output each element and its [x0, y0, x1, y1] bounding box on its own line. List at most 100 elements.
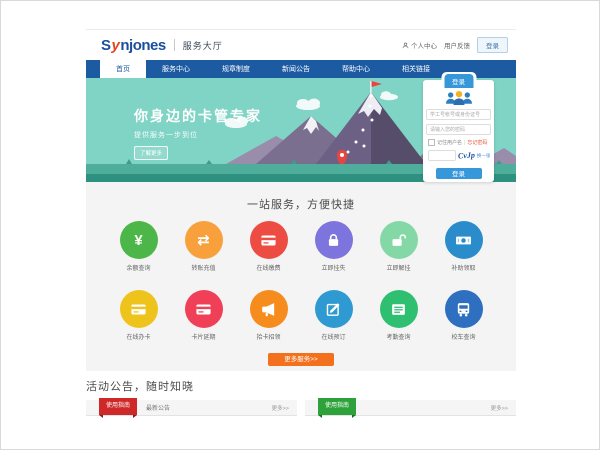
bus-icon	[455, 301, 472, 318]
service-item-cancel-loss[interactable]: 立即解挂	[366, 221, 431, 272]
nav-item-news[interactable]: 新闻公告	[266, 60, 326, 78]
service-circle[interactable]	[380, 290, 418, 328]
service-circle[interactable]	[445, 221, 483, 259]
forgot-password-link[interactable]: 忘记密码	[467, 139, 487, 146]
service-circle[interactable]: ¥	[120, 221, 158, 259]
personal-center-link[interactable]: 个人中心	[402, 40, 437, 50]
divider: |	[464, 140, 465, 146]
feedback-label: 用户反馈	[444, 40, 470, 50]
service-circle[interactable]	[120, 290, 158, 328]
list-icon	[390, 301, 407, 318]
service-item-online-booking[interactable]: 在线预订	[301, 290, 366, 341]
nav-item-links[interactable]: 相关链接	[386, 60, 446, 78]
announcements-section: 活动公告，随时知晓 使用指南 最新公告 更多>> 使用指南 更多>>	[86, 371, 516, 416]
edit-icon	[325, 301, 342, 318]
service-label[interactable]: 在线办卡	[106, 332, 171, 341]
announcement-panels: 使用指南 最新公告 更多>> 使用指南 更多>>	[86, 400, 516, 416]
card-icon	[130, 301, 147, 318]
service-item-subsidy[interactable]: 补助领取	[431, 221, 496, 272]
login-submit-button[interactable]: 登录	[436, 168, 482, 179]
synjones-logo[interactable]: Synjones	[101, 37, 166, 54]
yen-icon: ¥	[134, 233, 142, 248]
service-item-balance[interactable]: ¥ 余额查询	[106, 221, 171, 272]
service-circle[interactable]	[185, 290, 223, 328]
service-circle[interactable]	[250, 290, 288, 328]
login-tab[interactable]: 登录	[444, 74, 473, 88]
service-circle[interactable]	[380, 221, 418, 259]
captcha-input[interactable]	[428, 150, 456, 161]
header-login-button[interactable]: 登录	[477, 37, 508, 53]
services-title: 一站服务，方便快捷	[86, 198, 516, 213]
service-label[interactable]: 卡片延期	[171, 332, 236, 341]
unlock-icon	[390, 232, 407, 249]
service-label[interactable]: 转账充值	[171, 263, 236, 272]
login-tab-wrap: 登录	[441, 72, 476, 88]
page: Synjones 服务大厅 个人中心 用户反馈 登录 首页 服务中心 规章制度 …	[86, 29, 516, 416]
service-item-pay-online[interactable]: 在线缴费	[236, 221, 301, 272]
logo-accent: y	[112, 37, 120, 54]
more-link[interactable]: 更多>>	[272, 404, 289, 412]
service-item-transfer[interactable]: ⇄ 转账充值	[171, 221, 236, 272]
hero-banner: 你身边的卡管专家 提供服务一步到位 了解更多 登录 记住用户名	[86, 78, 516, 182]
more-link[interactable]: 更多>>	[491, 404, 508, 412]
banknote-icon	[455, 232, 472, 249]
services-section: 一站服务，方便快捷 ¥ 余额查询 ⇄ 转账充值 在线缴费	[86, 182, 516, 371]
service-label[interactable]: 在线缴费	[236, 263, 301, 272]
service-label[interactable]: 在线预订	[301, 332, 366, 341]
captcha-image: CvJp	[458, 150, 475, 162]
screenshot-canvas: Synjones 服务大厅 个人中心 用户反馈 登录 首页 服务中心 规章制度 …	[0, 0, 600, 450]
more-services-button[interactable]: 更多服务>>	[268, 353, 334, 366]
service-circle[interactable]: ⇄	[185, 221, 223, 259]
nav-item-help-center[interactable]: 帮助中心	[326, 60, 386, 78]
service-label[interactable]: 余额查询	[106, 263, 171, 272]
password-input[interactable]	[426, 124, 491, 135]
nav-item-service-center[interactable]: 服务中心	[146, 60, 206, 78]
service-item-apply-card[interactable]: 在线办卡	[106, 290, 171, 341]
nav-item-home[interactable]: 首页	[100, 60, 146, 78]
panel-header: 使用指南 最新公告 更多>>	[86, 400, 297, 416]
service-label[interactable]: 立即挂失	[301, 263, 366, 272]
card-icon	[260, 232, 277, 249]
service-item-card-renewal[interactable]: 卡片延期	[171, 290, 236, 341]
account-input[interactable]	[426, 109, 491, 120]
header-right: 个人中心 用户反馈 登录	[402, 37, 508, 53]
service-item-attendance[interactable]: 考勤查询	[366, 290, 431, 341]
services-row-2: 在线办卡 卡片延期 拾卡招领	[86, 290, 516, 341]
service-label[interactable]: 拾卡招领	[236, 332, 301, 341]
remember-checkbox[interactable]	[428, 139, 435, 146]
service-circle[interactable]	[315, 221, 353, 259]
panel-header: 使用指南 更多>>	[305, 400, 516, 416]
personal-center-label: 个人中心	[411, 40, 437, 50]
announcements-title: 活动公告，随时知晓	[86, 380, 516, 395]
hero-subtitle: 提供服务一步到位	[134, 130, 262, 140]
services-row-1: ¥ 余额查询 ⇄ 转账充值 在线缴费 立即挂失	[86, 221, 516, 272]
service-item-school-bus[interactable]: 校车查询	[431, 290, 496, 341]
megaphone-icon	[260, 301, 277, 318]
announcement-panel-left: 使用指南 最新公告 更多>>	[86, 400, 297, 416]
service-circle[interactable]	[250, 221, 288, 259]
feedback-link[interactable]: 用户反馈	[444, 40, 470, 50]
captcha-row: CvJp 换一张	[428, 150, 489, 161]
hero-cta-button[interactable]: 了解更多	[134, 146, 168, 160]
logo-divider	[174, 39, 175, 51]
announcement-panel-right: 使用指南 更多>>	[305, 400, 516, 416]
service-label[interactable]: 校车查询	[431, 332, 496, 341]
person-icon	[402, 42, 409, 49]
logo-text-pre: S	[101, 37, 111, 54]
hero-text-block: 你身边的卡管专家 提供服务一步到位 了解更多	[134, 106, 262, 160]
service-item-found-cards[interactable]: 拾卡招领	[236, 290, 301, 341]
ribbon-tab-guide[interactable]: 使用指南	[99, 398, 137, 415]
service-label[interactable]: 立即解挂	[366, 263, 431, 272]
nav-item-regulations[interactable]: 规章制度	[206, 60, 266, 78]
lock-icon	[325, 232, 342, 249]
service-circle[interactable]	[445, 290, 483, 328]
tab-latest-news[interactable]: 最新公告	[146, 403, 170, 412]
service-label[interactable]: 考勤查询	[366, 332, 431, 341]
captcha-refresh-link[interactable]: 换一张	[477, 153, 491, 159]
service-label[interactable]: 补助领取	[431, 263, 496, 272]
service-item-report-loss[interactable]: 立即挂失	[301, 221, 366, 272]
service-circle[interactable]	[315, 290, 353, 328]
remember-label[interactable]: 记住用户名	[437, 139, 462, 146]
hero-title: 你身边的卡管专家	[134, 106, 262, 126]
ribbon-tab-guide[interactable]: 使用指南	[318, 398, 356, 415]
